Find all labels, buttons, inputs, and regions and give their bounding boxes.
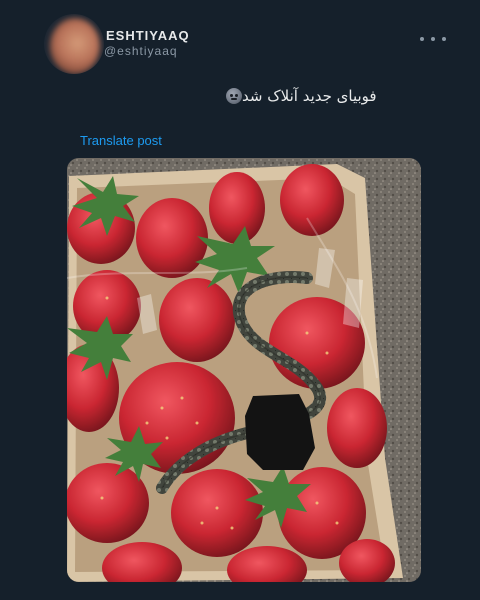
strawberries-photo-illustration [67, 158, 421, 582]
tweet[interactable]: ESHTIYAAQ @eshtiyaaq فوبیای جدید آنلاک ش… [0, 0, 480, 600]
display-name[interactable]: ESHTIYAAQ [106, 28, 190, 43]
user-handle[interactable]: @eshtiyaaq [104, 44, 178, 58]
more-options-icon[interactable] [420, 32, 446, 46]
tweet-text-row: فوبیای جدید آنلاک شد [220, 87, 400, 105]
post-media-photo[interactable] [67, 158, 421, 582]
gray-face-emoji-icon [226, 88, 242, 104]
avatar[interactable] [44, 14, 104, 74]
tweet-text: فوبیای جدید آنلاک شد [242, 87, 377, 105]
avatar-image [50, 18, 100, 74]
translate-post-link[interactable]: Translate post [80, 133, 162, 148]
